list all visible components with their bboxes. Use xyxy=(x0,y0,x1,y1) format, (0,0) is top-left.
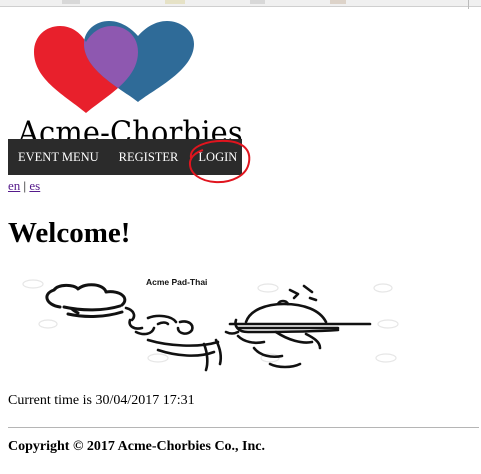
watermark-marks xyxy=(22,279,399,363)
banner-caption: Acme Pad-Thai xyxy=(146,277,207,287)
chef-illustration: Acme Pad-Thai xyxy=(22,277,399,372)
menu-item-login[interactable]: LOGIN xyxy=(188,139,247,175)
menu-item-event-menu[interactable]: EVENT MENU xyxy=(8,139,109,175)
lang-en-link[interactable]: en xyxy=(8,178,20,193)
footer-divider xyxy=(8,427,479,428)
banner-image: Acme Pad-Thai xyxy=(8,270,428,375)
window-edge xyxy=(468,0,469,9)
toolbar-tab-fragment xyxy=(165,0,185,4)
language-selector: en | es xyxy=(8,178,40,194)
site-logo[interactable]: Acme-Chorbies xyxy=(8,18,243,151)
main-menu: EVENT MENU REGISTER LOGIN xyxy=(8,139,242,175)
browser-toolbar-strip xyxy=(0,0,481,7)
chef-body-icon xyxy=(124,306,223,372)
serving-cloche-icon xyxy=(224,284,372,369)
chef-hat-icon xyxy=(45,283,127,318)
toolbar-tab-fragment xyxy=(250,0,265,4)
menu-item-register[interactable]: REGISTER xyxy=(109,139,189,175)
lang-separator: | xyxy=(23,178,27,193)
current-time-text: Current time is 30/04/2017 17:31 xyxy=(8,393,195,408)
page-title: Welcome! xyxy=(8,217,131,249)
toolbar-tab-fragment xyxy=(62,0,80,4)
copyright-text: Copyright © 2017 Acme-Chorbies Co., Inc. xyxy=(8,439,266,454)
lang-es-link[interactable]: es xyxy=(29,178,40,193)
toolbar-tab-fragment xyxy=(330,0,346,4)
